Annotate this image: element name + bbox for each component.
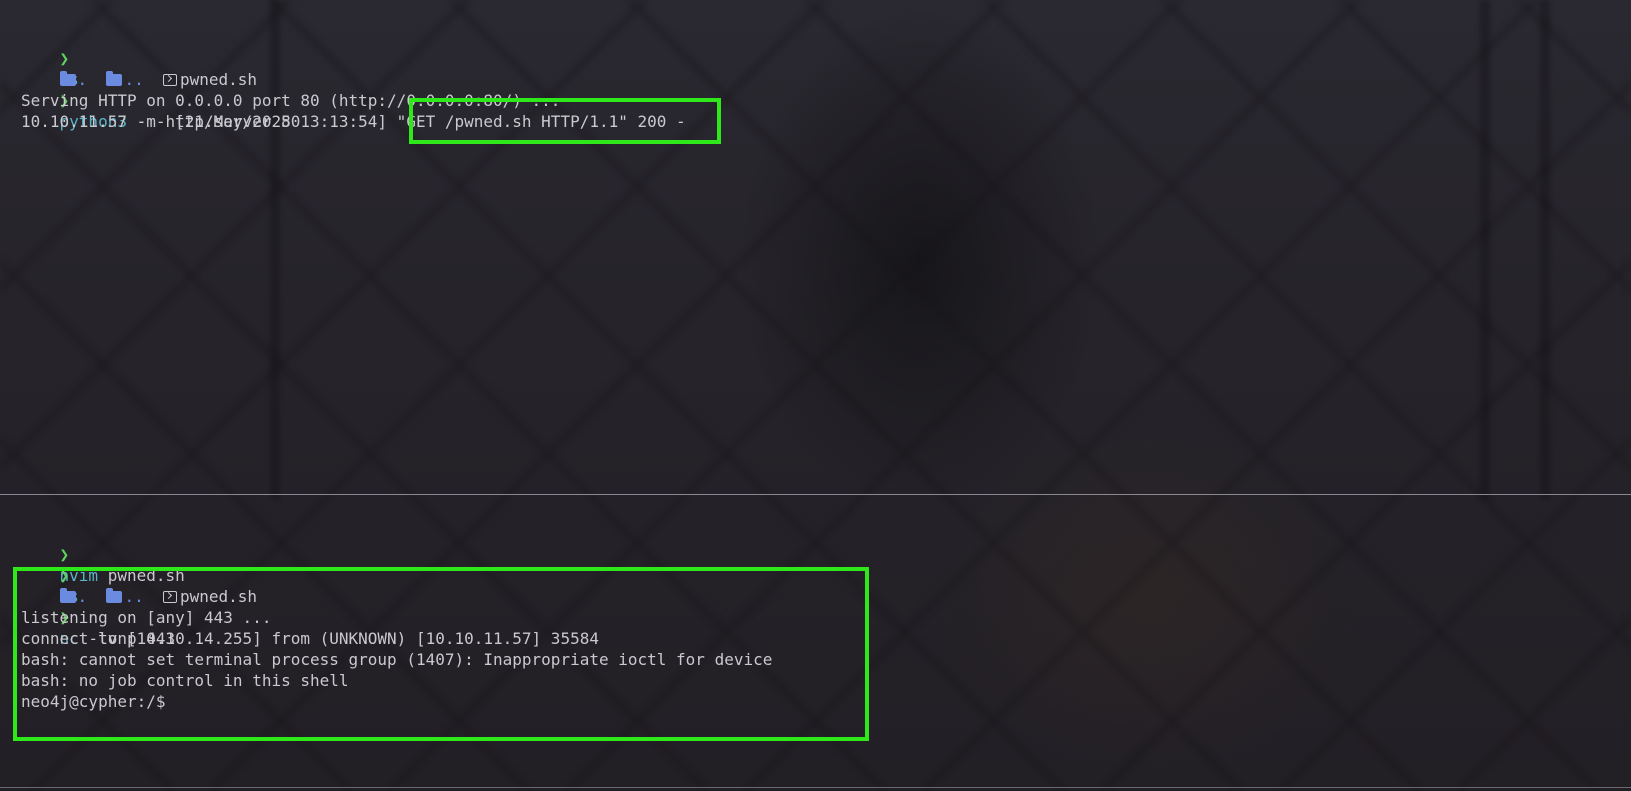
pane-divider[interactable] [0, 494, 1631, 495]
folder-icon [59, 71, 76, 86]
directory-entry: . [77, 70, 88, 89]
folder-icon [106, 71, 123, 86]
command-line: ❯ ls [21, 27, 1631, 89]
highlight-box-get-request [409, 98, 721, 144]
output-line: Serving HTTP on 0.0.0.0 port 80 (http://… [21, 91, 561, 110]
file-entry: pwned.sh [179, 70, 258, 89]
terminal-pane-top[interactable]: ❯ ls . .. pwned.sh ❯ python3 -m http.ser… [0, 27, 1631, 132]
terminal-file-icon [162, 74, 177, 86]
command-line: ❯ ls [21, 544, 1631, 606]
prompt-symbol: ❯ [59, 49, 70, 68]
ls-output: . .. pwned.sh [21, 48, 1631, 89]
output-line: 10.10.11.57 - - [21/May/2025 13:13:54] "… [21, 112, 686, 131]
directory-entry: .. [124, 70, 144, 89]
prompt-symbol: ❯ [59, 545, 70, 564]
highlight-box-reverse-shell [13, 567, 869, 741]
command-line: ❯ python3 -m http.server 80 [21, 69, 1631, 131]
window-bottom-border [0, 787, 1631, 788]
command-line: ❯ nvim pwned.sh [21, 523, 1631, 585]
